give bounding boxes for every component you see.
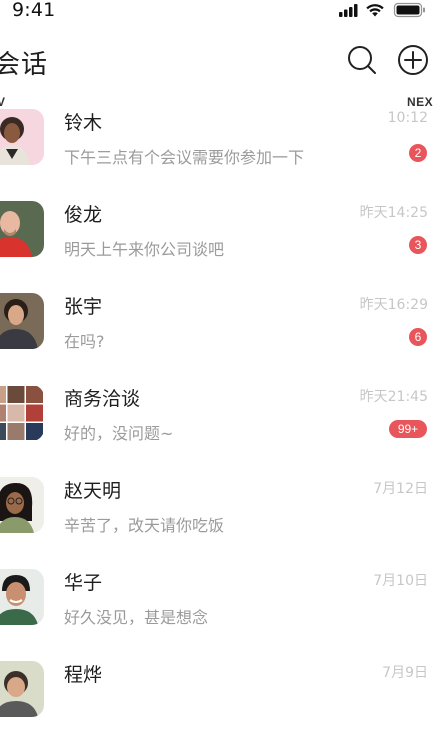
conversation-row[interactable]: 华子 好久没见，甚是想念 7月10日: [0, 552, 433, 644]
conversation-row[interactable]: 张宇 在吗? 昨天16:29 6: [0, 276, 433, 368]
plus-circle-icon: [398, 45, 428, 75]
header: 会话: [0, 38, 433, 88]
search-icon: [348, 46, 376, 74]
message-time: 7月10日: [373, 573, 428, 589]
wifi-icon: [366, 4, 384, 17]
unread-badge: 6: [409, 328, 427, 346]
contact-name: 华子: [64, 572, 103, 594]
conversation-row[interactable]: 俊龙 明天上午来你公司谈吧 昨天14:25 3: [0, 184, 433, 276]
avatar: [0, 661, 44, 717]
avatar: [0, 201, 44, 257]
page-title: 会话: [0, 50, 49, 80]
message-preview: 明天上午来你公司谈吧: [64, 240, 225, 259]
conversation-row[interactable]: 程烨 7月9日: [0, 644, 433, 736]
contact-name: 商务洽谈: [64, 388, 141, 410]
message-time: 昨天21:45: [359, 389, 428, 405]
avatar: [0, 293, 44, 349]
avatar: [0, 569, 44, 625]
unread-badge: 3: [409, 236, 427, 254]
contact-name: 程烨: [64, 664, 103, 686]
avatar: [0, 477, 44, 533]
message-time: 昨天14:25: [359, 205, 428, 221]
status-icons: [339, 2, 425, 18]
unread-badge: 2: [409, 144, 427, 162]
message-preview: 好久没见，甚是想念: [64, 608, 209, 627]
unread-badge: 99+: [389, 420, 427, 438]
message-preview: 下午三点有个会议需要你参加一下: [64, 148, 305, 167]
message-preview: 辛苦了，改天请你吃饭: [64, 516, 225, 535]
message-preview: 在吗?: [64, 332, 105, 351]
contact-name: 张宇: [64, 296, 103, 318]
search-button[interactable]: [346, 44, 378, 76]
contact-name: 铃木: [64, 112, 103, 134]
conversation-row[interactable]: 商务洽谈 好的，没问题~ 昨天21:45 99+: [0, 368, 433, 460]
message-time: 10:12: [387, 110, 428, 126]
message-time: 7月9日: [382, 665, 428, 681]
avatar: [0, 385, 44, 441]
contact-name: 赵天明: [64, 480, 122, 502]
message-time: 7月12日: [373, 481, 428, 497]
message-preview: 好的，没问题~: [64, 424, 174, 443]
conversation-row[interactable]: 铃木 下午三点有个会议需要你参加一下 10:12 2: [0, 92, 433, 184]
status-time: 9:41: [12, 0, 56, 21]
message-time: 昨天16:29: [359, 297, 428, 313]
avatar: [0, 109, 44, 165]
add-button[interactable]: [397, 44, 429, 76]
contact-name: 俊龙: [64, 204, 103, 226]
battery-icon: [393, 2, 425, 18]
signal-icon: [339, 4, 358, 17]
status-bar: 9:41: [0, 0, 433, 24]
conversation-row[interactable]: 赵天明 辛苦了，改天请你吃饭 7月12日: [0, 460, 433, 552]
